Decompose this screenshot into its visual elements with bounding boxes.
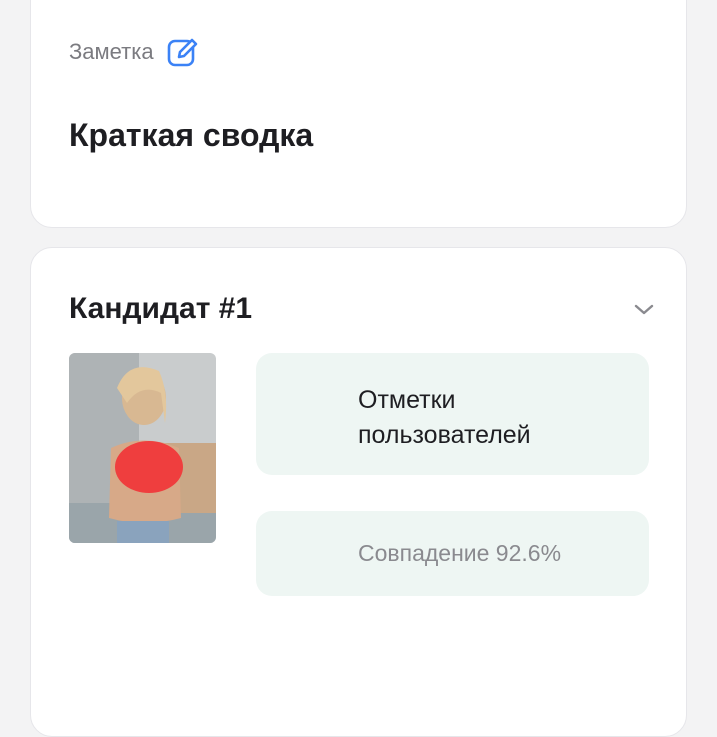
candidate-card: Кандидат #1 Отметки пользователей Совпад… bbox=[30, 247, 687, 737]
candidate-title: Кандидат #1 bbox=[69, 292, 253, 325]
user-marks-label: Отметки пользователей bbox=[358, 386, 531, 449]
edit-icon[interactable] bbox=[166, 35, 200, 69]
note-label: Заметка bbox=[69, 39, 154, 64]
chevron-down-icon[interactable] bbox=[631, 298, 657, 320]
note-header: Заметка bbox=[69, 35, 200, 69]
match-label: Совпадение 92.6% bbox=[358, 540, 562, 566]
note-card: Заметка Краткая сводка bbox=[30, 0, 687, 228]
match-tile: Совпадение 92.6% bbox=[256, 511, 649, 596]
summary-title: Краткая сводка bbox=[69, 117, 314, 153]
candidate-photo bbox=[69, 353, 216, 543]
user-marks-tile[interactable]: Отметки пользователей bbox=[256, 353, 649, 475]
